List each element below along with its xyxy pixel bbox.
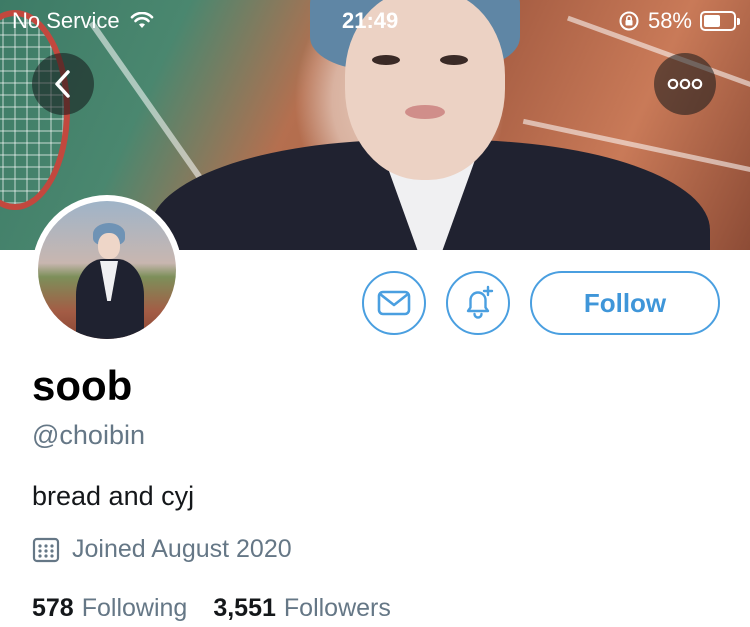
followers-label: Followers [283,594,391,622]
bio-text: bread and cyj [32,481,195,511]
join-date: Joined August 2020 [32,535,292,564]
avatar-image [38,201,176,339]
following-link[interactable]: 578 Following [32,594,187,623]
status-bar: No Service 21:49 58% [0,0,750,40]
following-label: Following [81,594,188,622]
follow-button[interactable]: Follow [530,271,720,335]
clock: 21:49 [342,8,399,33]
display-name: soob [32,362,133,409]
more-horizontal-icon [667,78,703,90]
notifications-button[interactable] [446,271,510,335]
carrier-label: No Service [12,8,120,33]
message-button[interactable] [362,271,426,335]
chevron-left-icon [55,70,70,98]
follow-stats: 578 Following 3,551 Followers [32,594,391,623]
wifi-icon [130,12,153,28]
battery-icon [700,11,740,31]
calendar-icon [32,537,60,562]
avatar[interactable] [32,195,182,345]
orientation-lock-icon [619,11,639,31]
battery-percent: 58% [647,8,692,33]
join-date-text: Joined August 2020 [72,535,292,563]
back-button[interactable] [32,53,94,115]
username-handle: @choibin [32,420,145,450]
envelope-icon [377,290,411,316]
following-count: 578 [32,594,74,622]
more-options-button[interactable] [654,53,716,115]
followers-link[interactable]: 3,551 Followers [213,594,391,623]
bell-plus-icon [466,285,494,319]
followers-count: 3,551 [213,594,276,622]
